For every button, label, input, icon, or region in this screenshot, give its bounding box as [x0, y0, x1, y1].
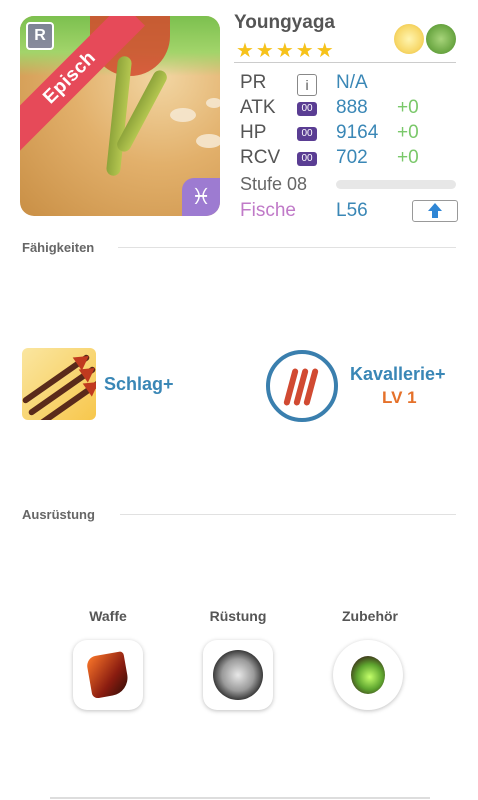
armor-slot[interactable]: [203, 640, 273, 710]
atk-plus: +0: [397, 97, 419, 118]
leader-skill-level: LV 1: [382, 388, 417, 407]
arrow-up-icon: [428, 203, 442, 211]
armor-label: Rüstung: [209, 608, 267, 624]
portrait-stone: [170, 108, 196, 122]
level-label: Stufe 08: [240, 174, 308, 194]
portrait-stone: [196, 134, 220, 148]
atk-value: 888: [336, 97, 368, 118]
wood-element-icon: [426, 24, 456, 54]
pisces-icon: ♓: [182, 178, 220, 216]
divider: [120, 514, 456, 515]
weapon-slot[interactable]: [73, 640, 143, 710]
rcv-plus: +0: [397, 147, 419, 168]
hp-badge: 00: [297, 127, 317, 141]
hp-value: 9164: [336, 122, 379, 143]
rarity-badge-icon: R: [26, 22, 54, 50]
equipment-heading: Ausrüstung: [22, 507, 95, 522]
level-progress-bar: [336, 180, 456, 189]
pr-label: PR: [240, 72, 267, 93]
monster-portrait[interactable]: Episch R ♓: [20, 16, 220, 216]
type-label: Fische: [240, 200, 296, 221]
claw-weapon-icon: [85, 651, 131, 699]
hp-label: HP: [240, 122, 267, 143]
rcv-label: RCV: [240, 147, 281, 168]
green-orb-accessory-icon: [351, 656, 385, 694]
active-skill-name[interactable]: Schlag+: [104, 374, 174, 395]
rcv-badge: 00: [297, 152, 317, 166]
rarity-stars: ★★★★★: [236, 40, 336, 62]
hp-plus: +0: [397, 122, 419, 143]
info-icon[interactable]: i: [297, 74, 317, 96]
divider: [50, 797, 430, 799]
pr-value: N/A: [336, 72, 368, 93]
portrait-stone: [206, 98, 220, 108]
active-skill-icon[interactable]: [22, 348, 96, 420]
evolve-button[interactable]: [412, 200, 458, 222]
leader-skill-name[interactable]: Kavallerie+: [350, 364, 446, 385]
rcv-value: 702: [336, 147, 368, 168]
weapon-label: Waffe: [89, 608, 127, 624]
accessory-slot[interactable]: [333, 640, 403, 710]
leader-skill-icon[interactable]: [266, 350, 338, 422]
skills-heading: Fähigkeiten: [22, 240, 95, 255]
type-value: L56: [336, 200, 368, 221]
atk-badge: 00: [297, 102, 317, 116]
atk-label: ATK: [240, 97, 276, 118]
divider: [118, 247, 456, 248]
monster-name: Youngyaga: [234, 12, 335, 33]
accessory-label: Zubehör: [342, 608, 398, 624]
divider: [234, 62, 456, 63]
shield-armor-icon: [213, 650, 263, 700]
light-element-icon: [394, 24, 424, 54]
